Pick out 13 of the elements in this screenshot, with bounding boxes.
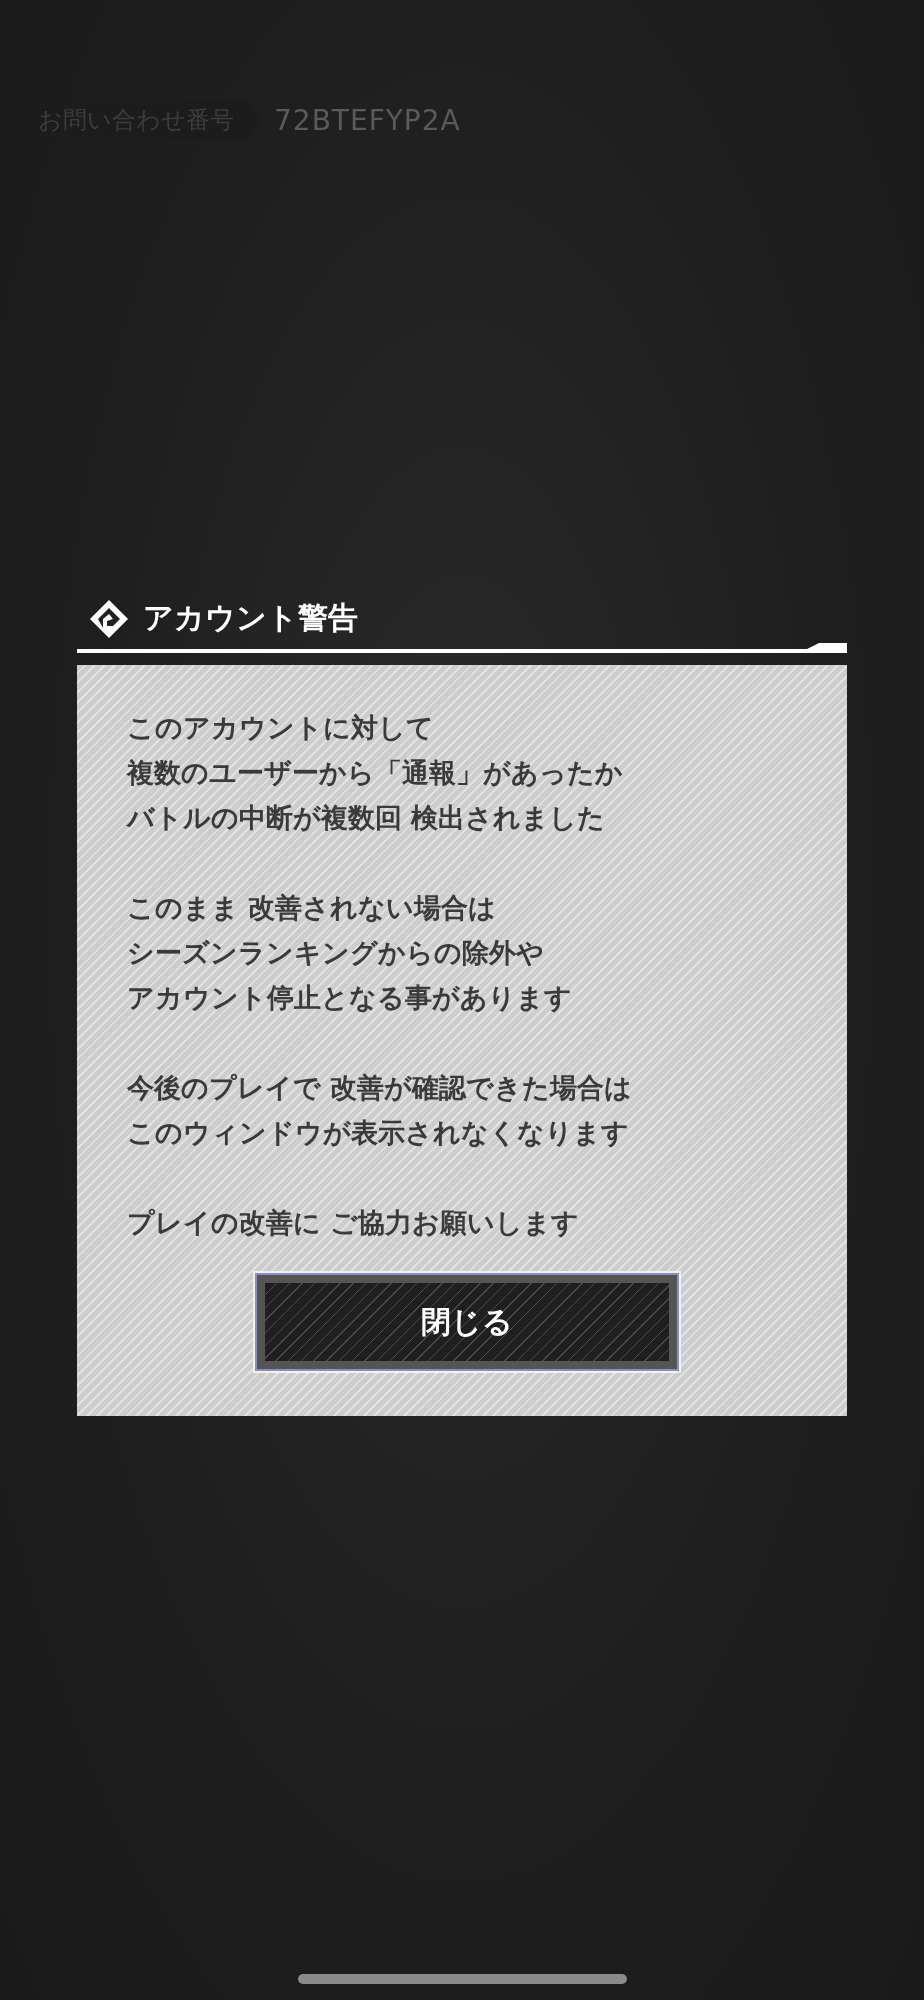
message-line: バトルの中断が複数回 検出されました (127, 801, 606, 835)
message-line: プレイの改善に ご協力お願いします (127, 1206, 580, 1240)
message-line: アカウント停止となる事があります (127, 981, 572, 1015)
message-line: このウィンドウが表示されなくなります (127, 1116, 629, 1150)
message-line: 今後のプレイで 改善が確認できた場合は (127, 1071, 633, 1105)
close-button[interactable]: 閉じる (255, 1273, 679, 1371)
message-line: このまま 改善されない場合は (127, 891, 497, 925)
dialog-title: アカウント警告 (143, 599, 358, 637)
message-line: シーズンランキングからの除外や (127, 936, 544, 970)
message-line: 複数のユーザーから「通報」があったか (127, 756, 623, 790)
message-line: このアカウントに対して (127, 711, 434, 745)
inquiry-number: 72BTEFYP2A (274, 103, 461, 137)
diamond-logo-icon (89, 598, 129, 639)
